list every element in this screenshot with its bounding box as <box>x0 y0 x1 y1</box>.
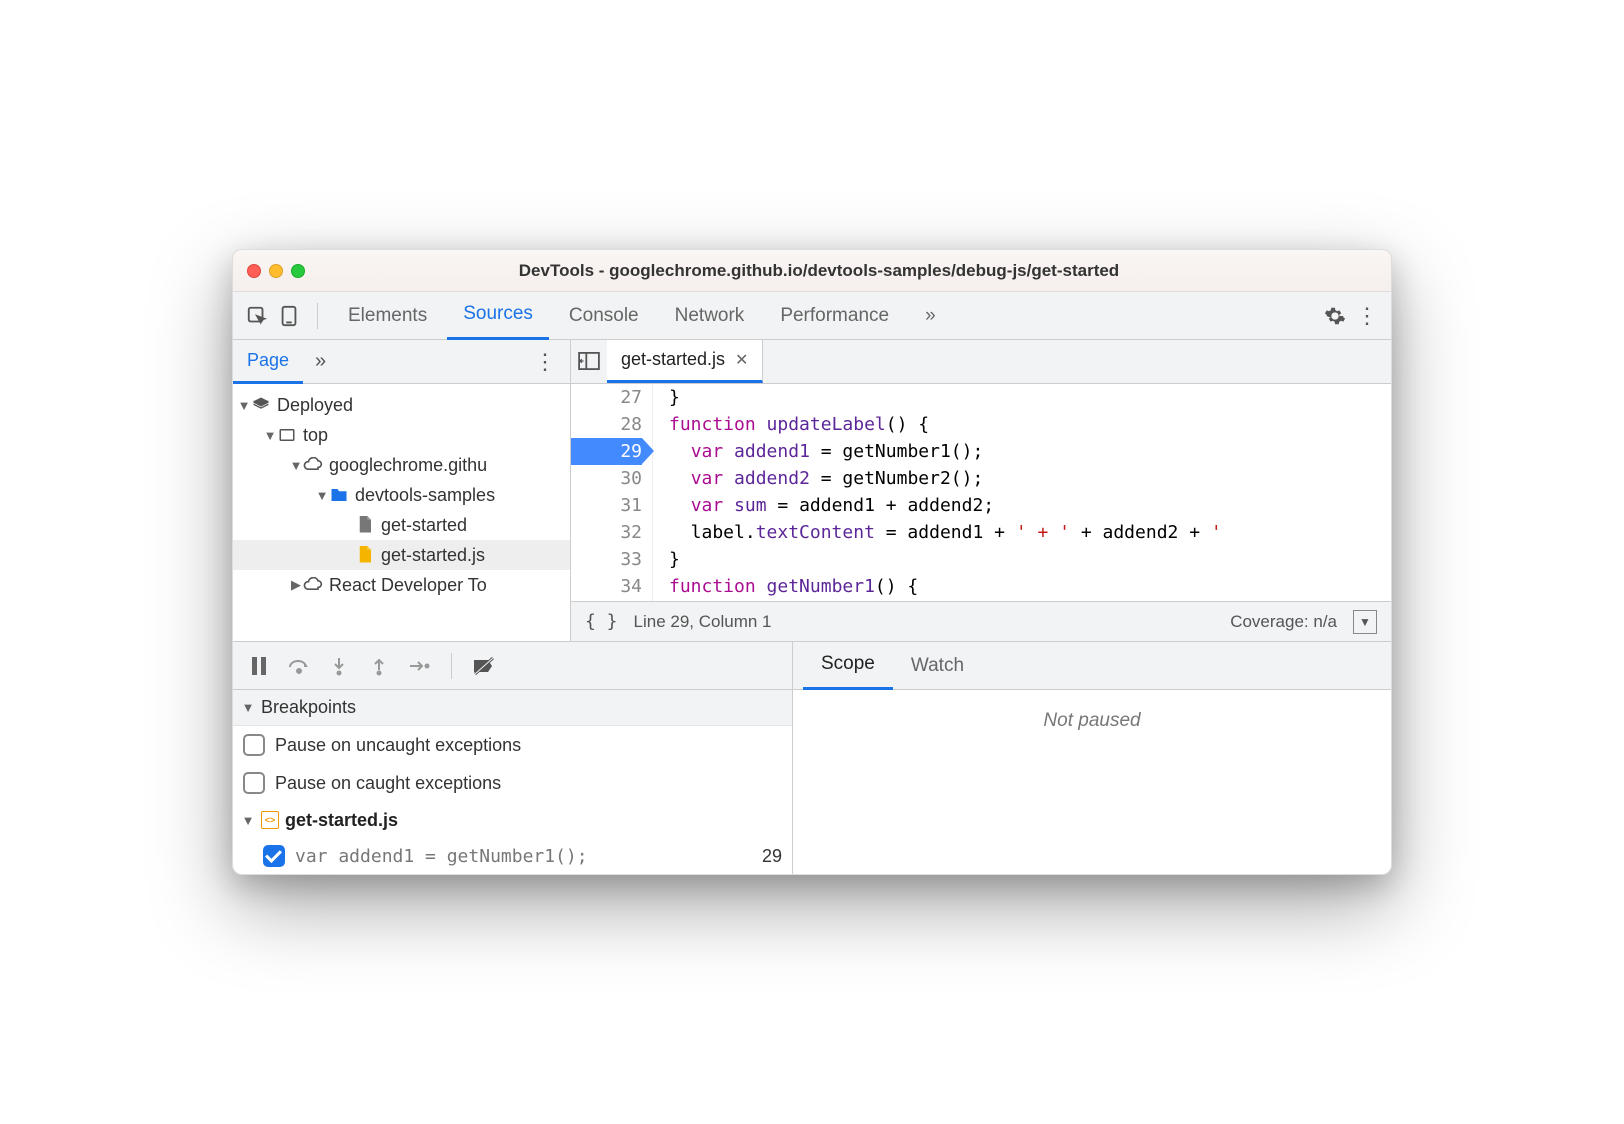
device-toggle-icon[interactable] <box>275 302 303 330</box>
breakpoints-panel: ▼ Breakpoints Pause on uncaught exceptio… <box>233 690 793 874</box>
deployed-icon <box>251 395 271 415</box>
frame-icon <box>277 425 297 445</box>
step-out-button[interactable] <box>363 650 395 682</box>
window-title: DevTools - googlechrome.github.io/devtoo… <box>321 261 1317 281</box>
pause-caught-row[interactable]: Pause on caught exceptions <box>233 764 792 802</box>
minimize-window-button[interactable] <box>269 264 283 278</box>
code-content[interactable]: }function updateLabel() { var addend1 = … <box>653 384 1391 601</box>
settings-icon[interactable] <box>1321 302 1349 330</box>
not-paused-message: Not paused <box>1043 710 1140 874</box>
step-button[interactable] <box>403 650 435 682</box>
cursor-position: Line 29, Column 1 <box>634 612 772 632</box>
pretty-print-icon[interactable]: { } <box>585 611 618 632</box>
tab-more[interactable]: » <box>909 292 952 340</box>
document-icon <box>355 515 375 535</box>
navigator-tab-more[interactable]: » <box>303 350 338 373</box>
tree-label: devtools-samples <box>355 485 495 506</box>
editor-statusbar: { } Line 29, Column 1 Coverage: n/a ▼ <box>571 601 1391 641</box>
tree-file-html[interactable]: get-started <box>233 510 570 540</box>
navigator-pane: Page » ⋮ ▼ Deployed ▼ top ▼ goog <box>233 340 571 641</box>
tab-scope[interactable]: Scope <box>803 642 893 690</box>
titlebar: DevTools - googlechrome.github.io/devtoo… <box>233 250 1391 292</box>
folder-icon <box>329 485 349 505</box>
show-details-icon[interactable]: ▼ <box>1353 610 1377 634</box>
main-toolbar: Elements Sources Console Network Perform… <box>233 292 1391 340</box>
file-tree: ▼ Deployed ▼ top ▼ googlechrome.githu ▼ <box>233 384 570 606</box>
navigator-kebab-icon[interactable]: ⋮ <box>520 349 570 375</box>
tab-performance[interactable]: Performance <box>764 292 905 340</box>
script-icon <box>355 545 375 565</box>
toggle-navigator-icon[interactable] <box>571 340 607 383</box>
pause-uncaught-row[interactable]: Pause on uncaught exceptions <box>233 726 792 764</box>
tree-label: top <box>303 425 328 446</box>
tab-elements[interactable]: Elements <box>332 292 443 340</box>
tree-domain[interactable]: ▼ googlechrome.githu <box>233 450 570 480</box>
file-tab-active[interactable]: get-started.js ✕ <box>607 340 763 383</box>
breakpoint-code: var addend1 = getNumber1(); <box>295 846 588 867</box>
step-over-button[interactable] <box>283 650 315 682</box>
file-tab-name: get-started.js <box>621 349 725 370</box>
tab-sources[interactable]: Sources <box>447 292 549 340</box>
tab-console[interactable]: Console <box>553 292 655 340</box>
close-window-button[interactable] <box>247 264 261 278</box>
breakpoints-header[interactable]: ▼ Breakpoints <box>233 690 792 726</box>
kebab-menu-icon[interactable]: ⋮ <box>1353 302 1381 330</box>
devtools-window: DevTools - googlechrome.github.io/devtoo… <box>232 249 1392 875</box>
execution-line-marker[interactable]: 29 <box>571 438 642 465</box>
editor-pane: get-started.js ✕ 27 28 29 30 31 32 33 34… <box>571 340 1391 641</box>
tab-network[interactable]: Network <box>659 292 761 340</box>
deactivate-breakpoints-button[interactable] <box>468 650 500 682</box>
checkbox-unchecked[interactable] <box>243 734 265 756</box>
tree-react-ext[interactable]: ▶ React Developer To <box>233 570 570 600</box>
line-gutter[interactable]: 27 28 29 30 31 32 33 34 35 <box>571 384 653 601</box>
coverage-status: Coverage: n/a <box>1230 612 1337 632</box>
step-into-button[interactable] <box>323 650 355 682</box>
scope-panel: Not paused <box>793 690 1391 874</box>
tree-label: Deployed <box>277 395 353 416</box>
navigator-tab-page[interactable]: Page <box>233 340 303 384</box>
maximize-window-button[interactable] <box>291 264 305 278</box>
debugger-controls <box>233 642 793 689</box>
pause-button[interactable] <box>243 650 275 682</box>
tree-label: get-started.js <box>381 545 485 566</box>
code-editor[interactable]: 27 28 29 30 31 32 33 34 35 }function upd… <box>571 384 1391 601</box>
toolbar-divider <box>317 303 318 329</box>
inspect-element-icon[interactable] <box>243 302 271 330</box>
traffic-lights <box>247 264 305 278</box>
breakpoint-file-header[interactable]: ▼ <> get-started.js <box>233 802 792 838</box>
cloud-icon <box>303 575 323 595</box>
tree-label: get-started <box>381 515 467 536</box>
tree-label: googlechrome.githu <box>329 455 487 476</box>
script-badge-icon: <> <box>261 811 279 829</box>
tree-label: React Developer To <box>329 575 487 596</box>
cloud-icon <box>303 455 323 475</box>
close-tab-icon[interactable]: ✕ <box>735 350 748 370</box>
breakpoint-entry[interactable]: var addend1 = getNumber1(); 29 <box>233 838 792 874</box>
checkbox-unchecked[interactable] <box>243 772 265 794</box>
checkbox-checked[interactable] <box>263 845 285 867</box>
tree-top[interactable]: ▼ top <box>233 420 570 450</box>
tree-file-js[interactable]: get-started.js <box>233 540 570 570</box>
tree-folder[interactable]: ▼ devtools-samples <box>233 480 570 510</box>
debugger-pane: Scope Watch ▼ Breakpoints Pause on uncau… <box>233 642 1391 874</box>
tree-deployed[interactable]: ▼ Deployed <box>233 390 570 420</box>
breakpoint-line-number: 29 <box>762 846 782 867</box>
tab-watch[interactable]: Watch <box>893 642 982 690</box>
